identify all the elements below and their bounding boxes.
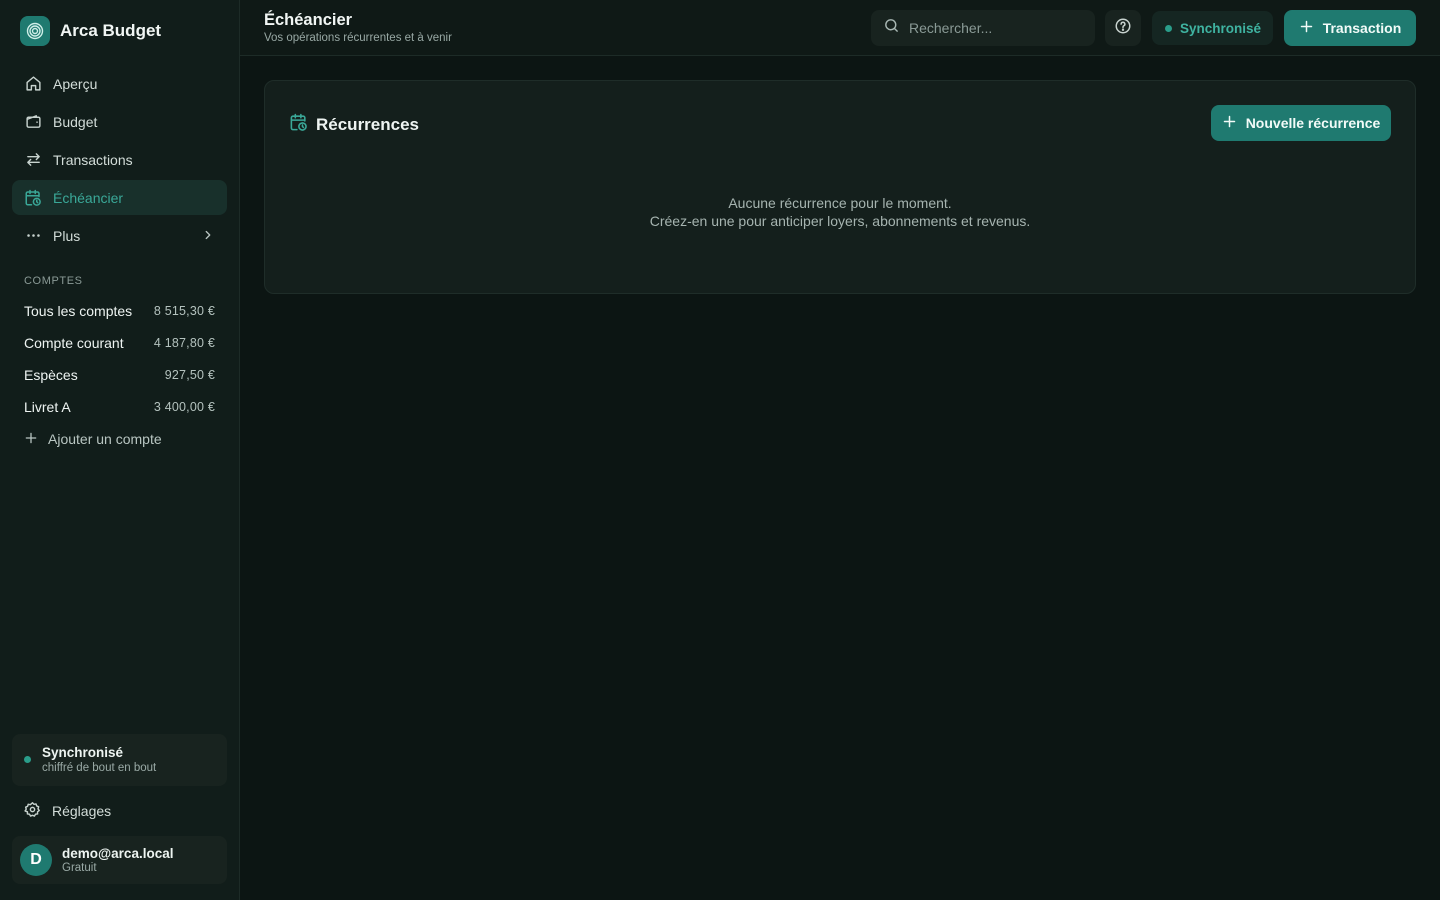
account-balance: 3 400,00 € (153, 400, 215, 414)
top-header: Échéancier Vos opérations récurrentes et… (240, 0, 1440, 56)
user-email: demo@arca.local (62, 846, 174, 861)
nav-item-echeancier[interactable]: Échéancier (12, 180, 227, 215)
add-account-button[interactable]: Ajouter un compte (24, 428, 162, 450)
search-input[interactable] (909, 20, 1079, 36)
nav-item-apercu[interactable]: Aperçu (12, 66, 227, 101)
plus-icon (24, 431, 38, 448)
account-balance: 8 515,30 € (153, 304, 215, 318)
account-name: Compte courant (24, 335, 124, 351)
main-nav: Aperçu Budget Transactions Échéancier Pl… (12, 66, 227, 256)
page-title: Échéancier (264, 11, 353, 29)
nav-item-label: Budget (53, 113, 98, 130)
nav-item-label: Aperçu (53, 75, 98, 92)
accounts-section-label: COMPTES (24, 275, 83, 287)
app-name: Arca Budget (60, 21, 162, 40)
card-title: Récurrences (316, 115, 420, 134)
home-icon (24, 75, 42, 93)
nav-item-label: Échéancier (53, 189, 124, 206)
new-recurrence-label: Nouvelle récurrence (1245, 115, 1381, 131)
empty-state: Aucune récurrence pour le moment. Créez-… (265, 194, 1415, 230)
search-icon (883, 17, 900, 39)
brand-logo-icon (20, 16, 50, 46)
sync-status-card: Synchronisé chiffré de bout en bout (12, 734, 227, 786)
sync-status-badge[interactable]: Synchronisé (1152, 11, 1273, 45)
nav-item-transactions[interactable]: Transactions (12, 142, 227, 177)
add-account-label: Ajouter un compte (48, 431, 162, 447)
sync-status-title: Synchronisé (42, 745, 124, 760)
account-balance: 4 187,80 € (153, 336, 215, 350)
accounts-list: Tous les comptes 8 515,30 € Compte coura… (24, 295, 215, 423)
plus-icon (1222, 114, 1237, 132)
user-plan: Gratuit (62, 862, 97, 874)
add-transaction-label: Transaction (1322, 20, 1402, 36)
chevron-right-icon (201, 228, 215, 245)
more-icon (24, 227, 42, 245)
empty-state-line: Créez-en une pour anticiper loyers, abon… (649, 213, 1031, 229)
wallet-icon (24, 113, 42, 131)
sync-status-dot (24, 756, 31, 763)
page-subtitle: Vos opérations récurrentes et à venir (264, 32, 452, 44)
card-header: Récurrences (289, 113, 419, 137)
account-item[interactable]: Livret A 3 400,00 € (24, 391, 215, 423)
calendar-clock-icon (24, 189, 42, 207)
settings-label: Réglages (52, 803, 112, 819)
nav-item-label: Transactions (53, 151, 133, 168)
plus-icon (1299, 19, 1314, 37)
sync-badge-label: Synchronisé (1180, 20, 1262, 36)
sync-status-dot (1165, 24, 1172, 32)
user-card[interactable]: D demo@arca.local Gratuit (12, 836, 227, 884)
new-recurrence-button[interactable]: Nouvelle récurrence (1211, 105, 1391, 141)
empty-state-line: Aucune récurrence pour le moment. (728, 195, 952, 211)
nav-item-plus[interactable]: Plus (12, 218, 227, 253)
arrows-swap-icon (24, 151, 42, 169)
help-icon (1114, 17, 1132, 40)
account-item[interactable]: Compte courant 4 187,80 € (24, 327, 215, 359)
account-balance: 927,50 € (164, 368, 215, 382)
calendar-clock-icon (289, 113, 308, 137)
nav-item-label: Plus (53, 227, 81, 244)
account-item[interactable]: Tous les comptes 8 515,30 € (24, 295, 215, 327)
avatar: D (20, 844, 52, 876)
settings-link[interactable]: Réglages (12, 795, 227, 827)
help-button[interactable] (1105, 10, 1141, 46)
brand[interactable]: Arca Budget (20, 16, 161, 46)
account-name: Livret A (24, 399, 71, 415)
nav-item-budget[interactable]: Budget (12, 104, 227, 139)
account-item[interactable]: Espèces 927,50 € (24, 359, 215, 391)
search-box (871, 10, 1095, 46)
recurrences-card: Récurrences Nouvelle récurrence Aucune r… (264, 80, 1416, 294)
account-name: Tous les comptes (24, 303, 133, 319)
sidebar: Arca Budget Aperçu Budget Transactions É… (0, 0, 240, 900)
add-transaction-button[interactable]: Transaction (1284, 10, 1416, 46)
account-name: Espèces (24, 367, 78, 383)
gear-icon (24, 801, 41, 821)
sync-status-subtitle: chiffré de bout en bout (42, 762, 157, 774)
